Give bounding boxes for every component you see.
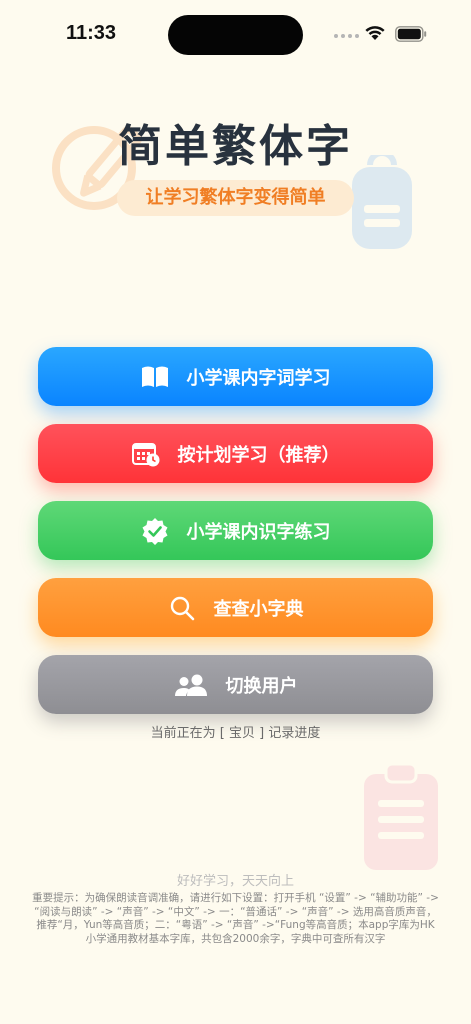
clipboard-icon — [364, 762, 438, 870]
recognition-practice-button[interactable]: 小学课内识字练习 — [38, 501, 433, 560]
menu-label: 小学课内字词学习 — [186, 367, 331, 389]
status-bar: 11:33 — [0, 0, 471, 70]
dynamic-island — [168, 15, 303, 55]
checkmark-seal-icon — [141, 517, 169, 545]
search-icon — [168, 594, 196, 622]
book-icon — [141, 363, 169, 391]
status-time: 11:33 — [66, 22, 117, 44]
menu-label: 小学课内识字练习 — [186, 521, 331, 543]
motto: 好好学习，天天向上 — [176, 874, 294, 889]
wifi-icon — [365, 26, 385, 40]
menu-label: 按计划学习（推荐） — [177, 444, 340, 466]
battery-icon — [395, 26, 427, 42]
dictionary-button[interactable]: 查查小字典 — [38, 578, 433, 637]
switch-user-button[interactable]: 切换用户 — [38, 655, 433, 714]
menu-label: 切换用户 — [225, 675, 298, 697]
tts-settings-notice: 重要提示：为确保朗读音调准确，请进行如下设置：打开手机 “设置” -> “辅助功… — [32, 892, 439, 945]
textbook-word-study-button[interactable]: 小学课内字词学习 — [38, 347, 433, 406]
calendar-clock-icon — [131, 440, 160, 468]
signal-icon — [334, 34, 359, 38]
app-subtitle: 让学习繁体字变得简单 — [117, 180, 354, 216]
app-title: 简单繁体字 — [118, 121, 353, 172]
users-icon — [174, 671, 208, 699]
plan-study-button[interactable]: 按计划学习（推荐） — [38, 424, 433, 483]
menu-label: 查查小字典 — [213, 598, 304, 620]
current-user-text: 当前正在为 [ 宝贝 ] 记录进度 — [150, 726, 321, 741]
